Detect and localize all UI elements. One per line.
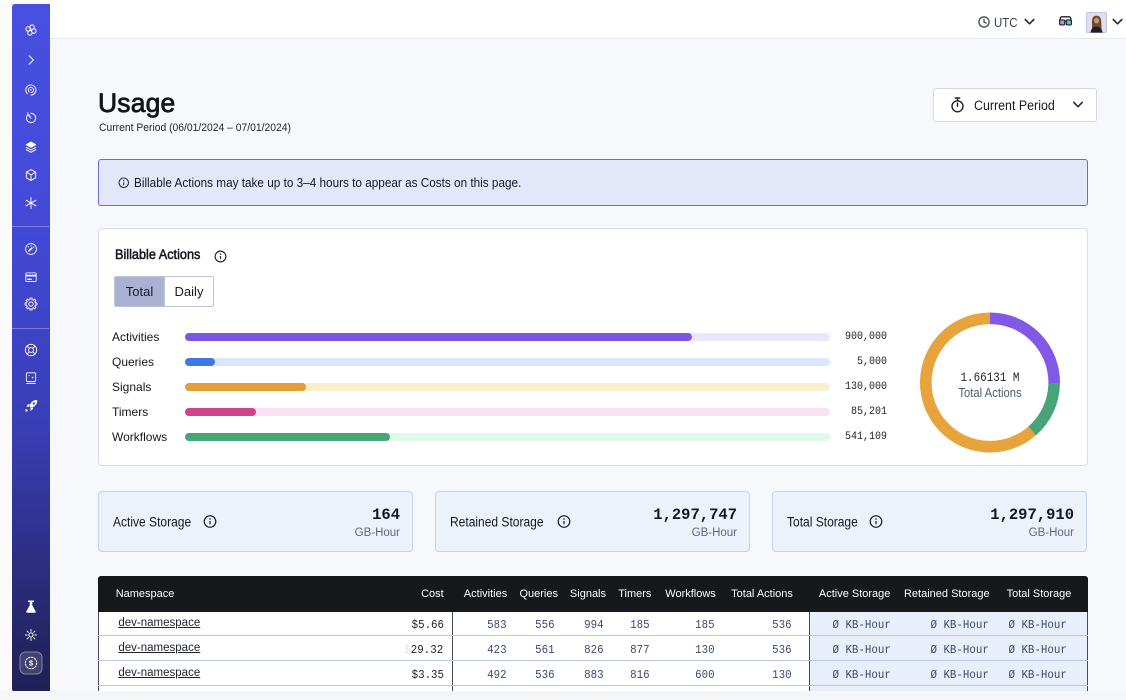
svg-text:$: $ [29, 659, 34, 668]
